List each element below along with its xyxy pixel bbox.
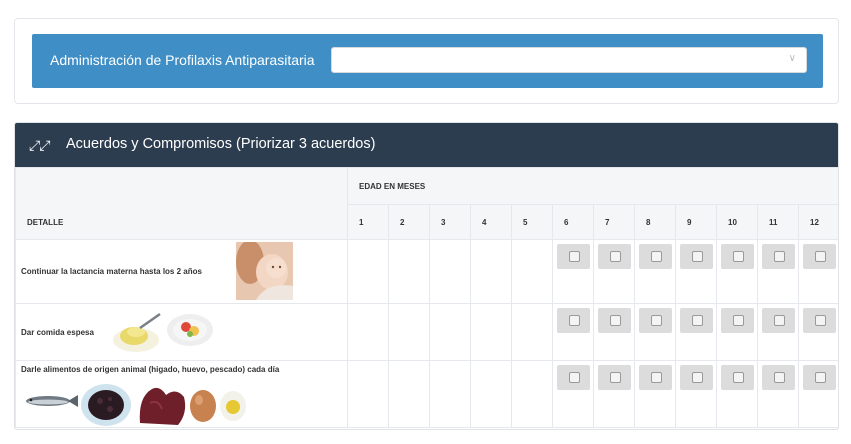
month-7-checkbox[interactable] bbox=[597, 365, 631, 390]
month-header: 7 bbox=[593, 204, 635, 240]
month-header: 10 bbox=[716, 204, 758, 240]
row-text: Darle alimentos de origen animal (higado… bbox=[21, 365, 280, 374]
row-text: Continuar la lactancia materna hasta los… bbox=[21, 267, 202, 276]
month-11-checkbox[interactable] bbox=[761, 308, 795, 333]
month-10-checkbox[interactable] bbox=[720, 365, 754, 390]
table-row: Continuar la lactancia materna hasta los… bbox=[15, 239, 838, 304]
prophylaxis-card: Administración de Profilaxis Antiparasit… bbox=[14, 18, 839, 104]
month-6-checkbox[interactable] bbox=[556, 308, 590, 333]
month-11-checkbox[interactable] bbox=[761, 365, 795, 390]
month-header: 12 bbox=[797, 204, 838, 240]
month-12-checkbox[interactable] bbox=[803, 308, 837, 333]
fish-photo bbox=[26, 395, 78, 407]
row-text: Dar comida espesa bbox=[21, 327, 94, 337]
month-header: 11 bbox=[757, 204, 799, 240]
mashed-food-photo bbox=[113, 312, 161, 352]
month-header: 9 bbox=[675, 204, 717, 240]
month-10-checkbox[interactable] bbox=[720, 308, 754, 333]
age-months-header: EDAD EN MESES bbox=[346, 167, 838, 205]
month-header: 5 bbox=[511, 204, 553, 240]
month-8-checkbox[interactable] bbox=[638, 308, 672, 333]
boiled-egg-photo bbox=[220, 391, 246, 421]
month-10-checkbox[interactable] bbox=[720, 244, 754, 269]
row-detail: Dar comida espesa bbox=[15, 303, 348, 361]
month-header: 8 bbox=[634, 204, 676, 240]
month-6-checkbox[interactable] bbox=[556, 244, 590, 269]
agreements-panel: ⤢⤢ Acuerdos y Compromisos (Priorizar 3 a… bbox=[14, 122, 839, 430]
prophylaxis-bar: Administración de Profilaxis Antiparasit… bbox=[32, 34, 823, 88]
month-9-checkbox[interactable] bbox=[679, 244, 713, 269]
agreements-table: DETALLE EDAD EN MESES 1 2 3 4 5 6 7 8 9 … bbox=[15, 167, 838, 428]
month-12-checkbox[interactable] bbox=[803, 244, 837, 269]
vegetable-plate-photo bbox=[167, 314, 213, 346]
month-header: 6 bbox=[552, 204, 594, 240]
mother-baby-photo bbox=[236, 242, 293, 300]
month-7-checkbox[interactable] bbox=[597, 308, 631, 333]
month-header: 4 bbox=[470, 204, 512, 240]
table-row: Dar comida espesa bbox=[15, 303, 838, 361]
month-6-checkbox[interactable] bbox=[556, 365, 590, 390]
month-8-checkbox[interactable] bbox=[638, 244, 672, 269]
chevron-down-icon: ∨ bbox=[788, 53, 796, 64]
prophylaxis-label: Administración de Profilaxis Antiparasit… bbox=[50, 52, 315, 68]
month-7-checkbox[interactable] bbox=[597, 244, 631, 269]
agreements-panel-header: ⤢⤢ Acuerdos y Compromisos (Priorizar 3 a… bbox=[15, 123, 838, 167]
month-9-checkbox[interactable] bbox=[679, 365, 713, 390]
month-11-checkbox[interactable] bbox=[761, 244, 795, 269]
prophylaxis-select[interactable]: ∨ bbox=[331, 47, 807, 73]
month-8-checkbox[interactable] bbox=[638, 365, 672, 390]
egg-photo bbox=[190, 390, 216, 422]
row-detail: Darle alimentos de origen animal (higado… bbox=[15, 360, 348, 428]
row-detail: Continuar la lactancia materna hasta los… bbox=[15, 239, 348, 304]
agreements-panel-title: Acuerdos y Compromisos (Priorizar 3 acue… bbox=[66, 136, 376, 152]
detail-header: DETALLE bbox=[15, 167, 348, 240]
blood-sausage-photo bbox=[81, 384, 131, 426]
month-header: 3 bbox=[429, 204, 471, 240]
compress-icon[interactable]: ⤢⤢ bbox=[29, 137, 50, 154]
month-12-checkbox[interactable] bbox=[803, 365, 837, 390]
liver-photo bbox=[139, 387, 186, 425]
month-header: 2 bbox=[388, 204, 430, 240]
table-row: Darle alimentos de origen animal (higado… bbox=[15, 360, 838, 428]
month-header: 1 bbox=[347, 204, 389, 240]
month-9-checkbox[interactable] bbox=[679, 308, 713, 333]
